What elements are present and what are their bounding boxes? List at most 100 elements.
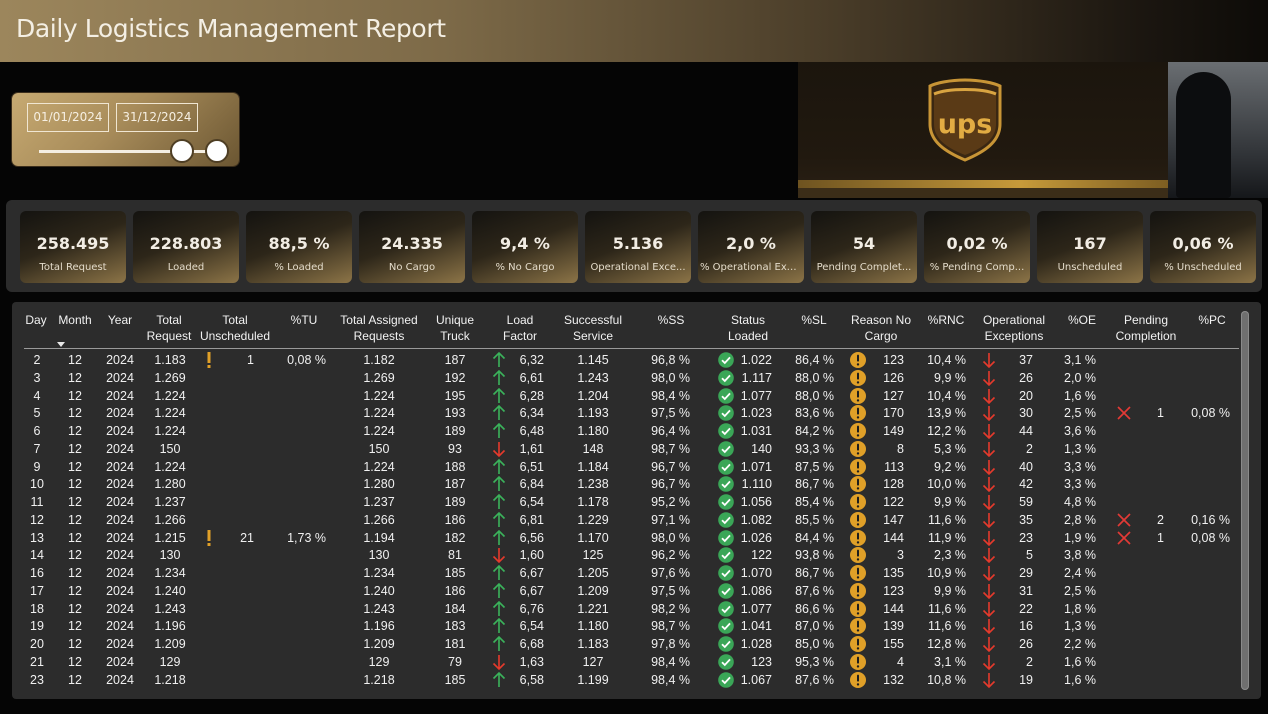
table-row[interactable]: 10 12 2024 1.280 1.280 187 6,84 1.238 96,7 % 1.11… bbox=[12, 475, 1240, 493]
cell-oe: 26 bbox=[1019, 370, 1033, 385]
scrollbar-thumb[interactable] bbox=[1241, 311, 1249, 690]
cell-ppc bbox=[1172, 351, 1230, 369]
kpi-card[interactable]: 2,0 % % Operational Exce... bbox=[698, 211, 804, 283]
column-header[interactable]: Total Assigned Requests bbox=[333, 312, 425, 344]
cell-psl: 85,4 % bbox=[795, 495, 834, 509]
warning-circle-icon bbox=[849, 404, 867, 422]
table-row[interactable]: 5 12 2024 1.224 1.224 193 6,34 1.193 97,5 % 1.023… bbox=[12, 404, 1240, 422]
table-row[interactable]: 16 12 2024 1.234 1.234 185 6,67 1.205 97,6 % 1.07… bbox=[12, 564, 1240, 582]
cell-pss: 98,7 % bbox=[651, 441, 690, 456]
kpi-card[interactable]: 5.136 Operational Exce... bbox=[585, 211, 691, 283]
title-bar: Daily Logistics Management Report bbox=[0, 0, 1268, 62]
cell-prnc: 10,4 % bbox=[927, 388, 966, 403]
cell-req: 1.224 bbox=[154, 388, 186, 403]
cell-pss: 96,7 % bbox=[651, 477, 690, 492]
table-row[interactable]: 20 12 2024 1.209 1.209 181 6,68 1.183 97,8 % 1.02… bbox=[12, 635, 1240, 653]
warning-circle-icon bbox=[849, 440, 867, 458]
warning-circle-icon bbox=[849, 582, 867, 600]
check-circle-icon bbox=[717, 351, 735, 369]
column-header[interactable]: Day bbox=[16, 312, 56, 328]
table-row[interactable]: 7 12 2024 150 150 93 1,61 148 98,7 % 140 93,3 % 8 5,… bbox=[12, 440, 1240, 458]
arrow-down-icon bbox=[982, 493, 996, 511]
column-header[interactable]: %OE bbox=[1059, 312, 1105, 328]
column-header[interactable]: %SL bbox=[791, 312, 837, 328]
cell-poe: 3,6 % bbox=[1064, 424, 1096, 438]
cell-month: 12 bbox=[68, 654, 82, 669]
arrow-up-icon bbox=[492, 564, 506, 582]
start-date-input[interactable]: 01/01/2024 bbox=[27, 103, 109, 132]
table-row[interactable]: 13 12 2024 1.215 21 1,73 % 1.194 182 6,56 1.170 98… bbox=[12, 529, 1240, 547]
column-header[interactable]: Load Factor bbox=[495, 312, 545, 344]
column-header[interactable]: Unique Truck bbox=[430, 312, 480, 344]
cell-oe: 42 bbox=[1019, 477, 1033, 492]
kpi-card[interactable]: 9,4 % % No Cargo bbox=[472, 211, 578, 283]
table-row[interactable]: 23 12 2024 1.218 1.218 185 6,58 1.199 98,4 % 1.06… bbox=[12, 671, 1240, 689]
cell-month: 12 bbox=[68, 672, 82, 687]
kpi-card[interactable]: 54 Pending Complet... bbox=[811, 211, 917, 283]
kpi-card[interactable]: 258.495 Total Request bbox=[20, 211, 126, 283]
date-slider-end-handle[interactable] bbox=[205, 139, 229, 163]
column-header[interactable]: Year bbox=[100, 312, 140, 328]
cell-truck: 188 bbox=[444, 459, 466, 474]
kpi-card[interactable]: 88,5 % % Loaded bbox=[246, 211, 352, 283]
column-header[interactable]: %RNC bbox=[920, 312, 972, 328]
cell-pend bbox=[1144, 635, 1164, 653]
cell-poe: 2,8 % bbox=[1064, 512, 1096, 527]
cell-year: 2024 bbox=[106, 477, 134, 492]
cell-truck: 81 bbox=[448, 548, 462, 563]
table-row[interactable]: 9 12 2024 1.224 1.224 188 6,51 1.184 96,7 % 1.071… bbox=[12, 458, 1240, 476]
cell-rnc: 132 bbox=[883, 672, 904, 687]
table-row[interactable]: 12 12 2024 1.266 1.266 186 6,81 1.229 97,1 % 1.08… bbox=[12, 511, 1240, 529]
cell-ss: 1.184 bbox=[577, 459, 609, 474]
kpi-card[interactable]: 24.335 No Cargo bbox=[359, 211, 465, 283]
column-header[interactable]: Reason No Cargo bbox=[846, 312, 916, 344]
kpi-card[interactable]: 0,06 % % Unscheduled bbox=[1150, 211, 1256, 283]
column-header[interactable]: Successful Service bbox=[558, 312, 628, 344]
cell-tu bbox=[274, 671, 326, 689]
cell-tu: 0,08 % bbox=[287, 353, 326, 367]
column-header[interactable]: Total Unscheduled bbox=[195, 312, 275, 344]
cell-psl: 87,5 % bbox=[795, 459, 834, 474]
cell-psl: 88,0 % bbox=[795, 370, 834, 385]
column-header[interactable]: Pending Completion bbox=[1109, 312, 1183, 344]
kpi-card[interactable]: 228.803 Loaded bbox=[133, 211, 239, 283]
cell-req: 1.215 bbox=[154, 530, 186, 545]
kpi-card[interactable]: 167 Unscheduled bbox=[1037, 211, 1143, 283]
table-row[interactable]: 2 12 2024 1.183 1 0,08 % 1.182 187 6,32 1.145 96,8… bbox=[12, 351, 1240, 369]
column-header[interactable]: Status Loaded bbox=[720, 312, 776, 344]
cell-unsch bbox=[212, 582, 254, 600]
cell-ppc bbox=[1172, 600, 1230, 618]
check-circle-icon bbox=[717, 582, 735, 600]
report-page: Daily Logistics Management Report ups 01… bbox=[0, 0, 1268, 714]
cell-oe: 59 bbox=[1019, 495, 1033, 509]
table-row[interactable]: 18 12 2024 1.243 1.243 184 6,76 1.221 98,2 % 1.07… bbox=[12, 600, 1240, 618]
column-header[interactable]: %PC bbox=[1192, 312, 1232, 328]
cell-poe: 2,5 % bbox=[1064, 406, 1096, 421]
cell-psl: 86,6 % bbox=[795, 601, 834, 616]
cell-month: 12 bbox=[68, 637, 82, 651]
table-row[interactable]: 21 12 2024 129 129 79 1,63 127 98,4 % 123 95,3 % 4 3… bbox=[12, 653, 1240, 671]
table-row[interactable]: 3 12 2024 1.269 1.269 192 6,61 1.243 98,0 % 1.117… bbox=[12, 369, 1240, 387]
table-row[interactable]: 11 12 2024 1.237 1.237 189 6,54 1.178 95,2 % 1.05… bbox=[12, 493, 1240, 511]
end-date-input[interactable]: 31/12/2024 bbox=[116, 103, 198, 132]
kpi-value: 0,06 % bbox=[1172, 234, 1234, 253]
cell-unsch bbox=[212, 440, 254, 458]
kpi-label: % Loaded bbox=[274, 262, 324, 273]
date-slider-start-handle[interactable] bbox=[170, 139, 194, 163]
column-header[interactable]: %SS bbox=[646, 312, 696, 328]
cell-loaded: 1.041 bbox=[740, 619, 772, 634]
kpi-card[interactable]: 0,02 % % Pending Comp... bbox=[924, 211, 1030, 283]
cell-unsch bbox=[212, 635, 254, 653]
cross-icon bbox=[1116, 529, 1132, 547]
table-row[interactable]: 4 12 2024 1.224 1.224 195 6,28 1.204 98,4 % 1.077… bbox=[12, 387, 1240, 405]
table-row[interactable]: 14 12 2024 130 130 81 1,60 125 96,2 % 122 93,8 % 3 2… bbox=[12, 546, 1240, 564]
column-header[interactable]: Total Request bbox=[141, 312, 197, 344]
column-header[interactable]: %TU bbox=[279, 312, 329, 328]
column-header[interactable]: Operational Exceptions bbox=[974, 312, 1054, 344]
table-row[interactable]: 6 12 2024 1.224 1.224 189 6,48 1.180 96,4 % 1.031… bbox=[12, 422, 1240, 440]
cell-year: 2024 bbox=[106, 495, 134, 509]
table-row[interactable]: 19 12 2024 1.196 1.196 183 6,54 1.180 98,7 % 1.04… bbox=[12, 617, 1240, 635]
column-header[interactable]: Month bbox=[53, 312, 97, 328]
sort-descending-icon[interactable] bbox=[57, 342, 65, 347]
table-row[interactable]: 17 12 2024 1.240 1.240 186 6,67 1.209 97,5 % 1.08… bbox=[12, 582, 1240, 600]
